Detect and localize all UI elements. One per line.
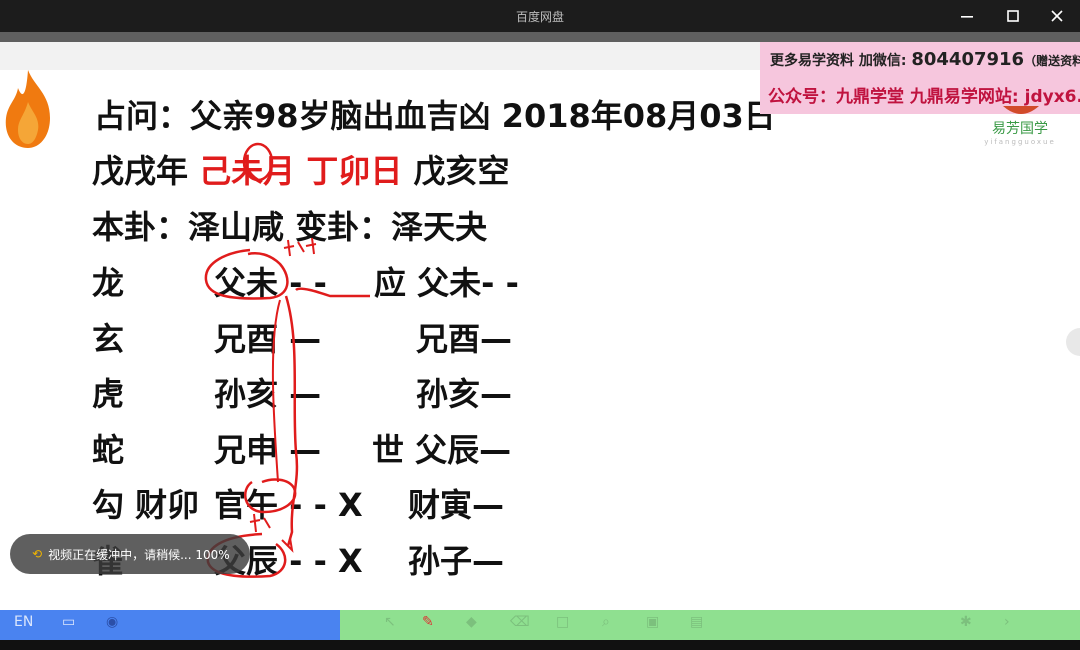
ad-wechat-line: 更多易学资料 加微信: 804407916（赠送资料） [770, 49, 1080, 70]
window-title: 百度网盘 [515, 10, 564, 24]
ad-wechat-note: （赠送资料） [1024, 54, 1080, 68]
minimize-icon [961, 16, 973, 18]
buffering-icon: ⟲ [32, 547, 43, 561]
ad-site-line: 公众号：九鼎学堂 九鼎易学网站: jdyx6.com [768, 87, 1080, 107]
minimize-button[interactable] [944, 0, 990, 32]
pen-icon[interactable]: ✎ [422, 614, 434, 630]
maximize-button[interactable] [990, 0, 1036, 32]
logo-subtext: yifangguoxue [984, 138, 1056, 146]
ad-banner[interactable]: 更多易学资料 加微信: 804407916（赠送资料） 公众号：九鼎学堂 九鼎易… [760, 42, 1080, 114]
toolbar-left-section [0, 610, 350, 640]
maximize-icon [1007, 10, 1019, 22]
shape-icon[interactable]: □ [556, 614, 569, 630]
slide-toolbar: EN ▭ ◉ ↖ ✎ ◆ ⌫ □ ⌕ ▣ ▤ ✱ › [0, 610, 1080, 640]
clipboard-icon[interactable]: ▤ [690, 614, 703, 630]
close-icon [1051, 10, 1063, 22]
video-top-strip [0, 32, 1080, 42]
search-icon[interactable]: ⌕ [602, 614, 610, 630]
next-icon[interactable]: › [1004, 614, 1010, 630]
keyboard-icon[interactable]: EN [14, 614, 33, 630]
close-button[interactable] [1034, 0, 1080, 32]
settings-icon[interactable]: ✱ [960, 614, 972, 630]
window-bottom-edge [0, 640, 1080, 650]
logo-mark-icon [1003, 106, 1039, 114]
buffering-toast: ⟲ 视频正在缓冲中，请稍候... 100% [10, 534, 250, 574]
mic-icon[interactable]: ◉ [106, 614, 118, 630]
screen-icon[interactable]: ▣ [646, 614, 659, 630]
pointer-icon[interactable]: ↖ [384, 614, 396, 630]
highlighter-icon[interactable]: ◆ [466, 614, 477, 630]
slides-icon[interactable]: ▭ [62, 614, 75, 630]
logo-text: 易芳国学 [992, 121, 1048, 137]
ad-wechat-label: 更多易学资料 加微信: [770, 53, 912, 69]
ad-wechat-number: 804407916 [911, 49, 1025, 70]
window-titlebar: 百度网盘 [0, 0, 1080, 32]
eraser-icon[interactable]: ⌫ [510, 614, 530, 630]
brand-logo: 易芳国学 yifangguoxue [975, 106, 1065, 154]
buffering-text: 视频正在缓冲中，请稍候... 100% [48, 547, 230, 562]
video-player[interactable]: 占问：父亲98岁脑出血吉凶 2018年08月03日 戊戌年 己未月 丁卯日 戊亥… [0, 42, 1080, 640]
